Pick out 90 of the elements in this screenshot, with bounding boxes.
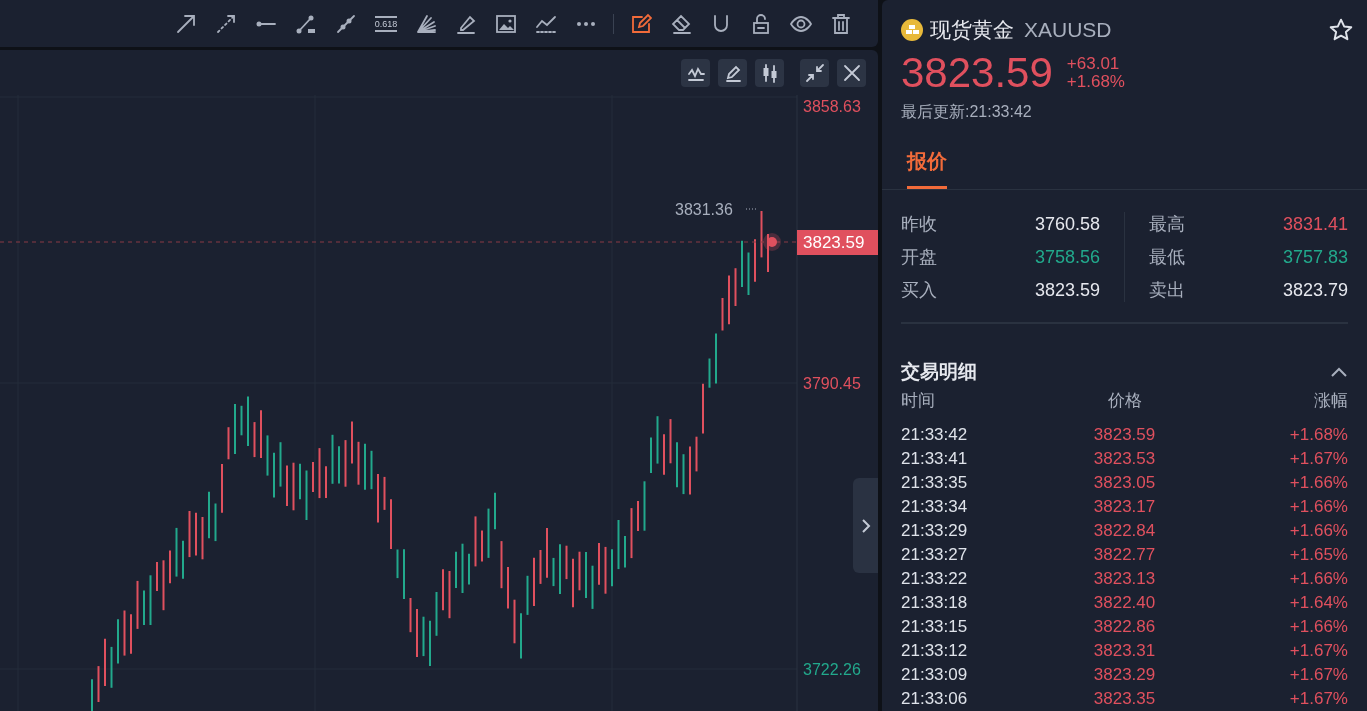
trade-change: +1.67% xyxy=(1288,663,1348,686)
column-header: 时间 xyxy=(901,389,936,412)
shrink-arrows-button[interactable] xyxy=(800,59,829,87)
trade-time: 21:33:06 xyxy=(901,687,969,710)
arrow-icon xyxy=(175,12,197,35)
ingot-coin-icon xyxy=(901,19,923,41)
candlestick-button[interactable] xyxy=(755,59,784,87)
trade-time: 21:33:18 xyxy=(901,591,969,614)
price-change: +63.01 xyxy=(1066,55,1121,73)
trade-change: +1.66% xyxy=(1288,615,1348,638)
trade-change: +1.66% xyxy=(1288,495,1348,518)
more-icon xyxy=(577,21,595,26)
chevron-icon xyxy=(1330,366,1348,379)
trade-change: +1.66% xyxy=(1288,519,1348,542)
trade-price: 3823.05 xyxy=(1092,471,1157,494)
stat-label: 最高 xyxy=(1149,213,1185,236)
trade-change: +1.68% xyxy=(1288,423,1348,446)
fan-lines-icon xyxy=(415,12,437,35)
stat-label: 开盘 xyxy=(901,246,937,269)
trade-price: 3822.77 xyxy=(1092,543,1157,566)
trade-change: +1.66% xyxy=(1288,567,1348,590)
collapse-button[interactable] xyxy=(1330,366,1348,379)
trade-price: 3823.13 xyxy=(1092,567,1157,590)
edit-icon xyxy=(630,12,652,35)
column-header: 涨幅 xyxy=(1313,389,1348,412)
price-change-percent: +1.68% xyxy=(1066,73,1125,91)
line-indicator-button[interactable] xyxy=(681,59,710,87)
stat-value: 3760.58 xyxy=(1034,213,1100,236)
price-axis-label: 3790.45 xyxy=(803,374,861,394)
chevron-right-icon xyxy=(860,517,871,534)
stat-label: 昨收 xyxy=(901,213,937,236)
trade-change: +1.66% xyxy=(1288,471,1348,494)
trade-price: 3823.59 xyxy=(1092,423,1157,446)
panel-toggle-button[interactable] xyxy=(853,478,878,573)
trade-time: 21:33:12 xyxy=(901,639,969,662)
stat-label: 买入 xyxy=(901,279,937,302)
trade-change: +1.67% xyxy=(1288,687,1348,710)
fibonacci-tool[interactable]: 0.618 xyxy=(371,8,401,39)
stat-value: 3823.79 xyxy=(1282,279,1348,302)
trade-time: 21:33:29 xyxy=(901,519,969,542)
last-updated-time: 最后更新:21:33:42 xyxy=(900,102,1033,122)
pen-button[interactable] xyxy=(718,59,747,87)
instrument-symbol: XAUUSD xyxy=(1024,17,1112,44)
price-axis-label: 3722.26 xyxy=(803,660,861,680)
stat-label: 最低 xyxy=(1149,246,1185,269)
trade-time: 21:33:34 xyxy=(901,495,969,518)
current-price-label: 3823.59 xyxy=(797,230,878,255)
eraser-icon xyxy=(670,12,692,35)
favorite-button[interactable] xyxy=(1328,17,1354,43)
trade-price: 3823.31 xyxy=(1092,639,1157,662)
close-icon xyxy=(841,63,862,83)
current-price: 3823.59 xyxy=(901,50,1053,96)
stat-value: 3831.41 xyxy=(1282,213,1348,236)
trash-icon xyxy=(830,12,852,35)
trade-price: 3822.40 xyxy=(1092,591,1157,614)
trade-price: 3822.86 xyxy=(1092,615,1157,638)
column-header: 价格 xyxy=(1106,389,1143,412)
trade-price: 3822.84 xyxy=(1092,519,1157,542)
trade-change: +1.67% xyxy=(1288,639,1348,662)
trade-time: 21:33:09 xyxy=(901,663,969,686)
unlocked-padlock-icon xyxy=(750,12,772,35)
trade-price: 3823.17 xyxy=(1092,495,1157,518)
trade-price: 3823.53 xyxy=(1092,447,1157,470)
shrink-arrows-icon xyxy=(804,63,825,83)
stat-value: 3758.56 xyxy=(1034,246,1100,269)
star-icon xyxy=(1328,17,1354,43)
close-button[interactable] xyxy=(837,59,866,87)
trade-price: 3823.35 xyxy=(1092,687,1157,710)
trade-time: 21:33:27 xyxy=(901,543,969,566)
trade-time: 21:33:41 xyxy=(901,447,969,470)
trade-change: +1.67% xyxy=(1288,447,1348,470)
trade-time: 21:33:15 xyxy=(901,615,969,638)
instrument-name: 现货黄金 xyxy=(930,17,1014,44)
extended-line-icon xyxy=(335,12,357,35)
trade-price: 3823.29 xyxy=(1092,663,1157,686)
image-icon xyxy=(495,12,517,35)
stat-value: 3823.59 xyxy=(1034,279,1100,302)
stat-value: 3757.83 xyxy=(1282,246,1348,269)
high-price-marker: 3831.36 xyxy=(675,200,733,220)
line-segment-icon xyxy=(256,20,276,27)
stat-label: 卖出 xyxy=(1149,279,1185,302)
trade-change: +1.65% xyxy=(1288,543,1348,566)
trade-time: 21:33:22 xyxy=(901,567,969,590)
price-axis-label: 3858.63 xyxy=(803,97,861,117)
trade-time: 21:33:35 xyxy=(901,471,969,494)
trade-details-title: 交易明细 xyxy=(901,360,977,384)
trade-time: 21:33:42 xyxy=(901,423,969,446)
dashed-arrow-icon xyxy=(215,12,237,35)
quote-tab[interactable]: 报价 xyxy=(907,146,947,189)
trade-change: +1.64% xyxy=(1288,591,1348,614)
